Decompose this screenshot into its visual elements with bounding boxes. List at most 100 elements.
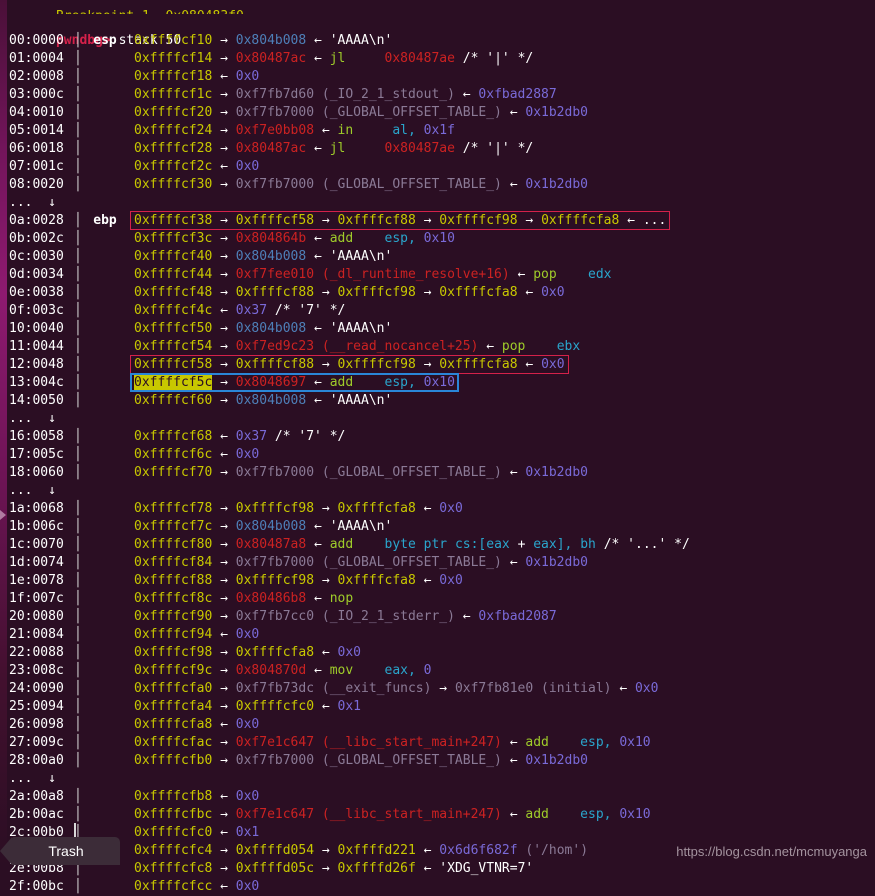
stack-row[interactable]: 28:00a0 │ 0xffffcfb0 → 0xf7fb7000 (_GLOBAL…	[0, 752, 875, 770]
stack-row-chain: 0xffffcfc8 → 0xffffd05c → 0xffffd26f ← '…	[134, 861, 534, 876]
stack-ellipsis-row: ... ↓	[9, 483, 56, 498]
trash-tooltip[interactable]: Trash	[0, 837, 120, 865]
stack-row[interactable]: 08:0020 │ 0xffffcf30 → 0xf7fb7000 (_GLOBAL…	[0, 176, 875, 194]
stack-row[interactable]: 16:0058 │ 0xffffcf68 ← 0x37 /* '7' */	[0, 428, 875, 446]
stack-row[interactable]: 24:0090 │ 0xffffcfa0 → 0xf7fb73dc (__exit_…	[0, 680, 875, 698]
stack-row[interactable]: 11:0044 │ 0xffffcf54 → 0xf7ed9c23 (__read_…	[0, 338, 875, 356]
stack-row-divider: │	[74, 717, 82, 732]
stack-row-divider: │	[74, 357, 82, 372]
stack-row[interactable]: 25:0094 │ 0xffffcfa4 → 0xffffcfc0 ← 0x1	[0, 698, 875, 716]
stack-row-offset: 1a:0068	[9, 501, 64, 516]
stack-row-chain: 0xffffcf60 → 0x804b008 ← 'AAAA\n'	[134, 393, 393, 408]
stack-row-divider: │	[74, 789, 82, 804]
stack-row-offset: 06:0018	[9, 141, 64, 156]
stack-row[interactable]: 1d:0074 │ 0xffffcf84 → 0xf7fb7000 (_GLOBAL…	[0, 554, 875, 572]
stack-row[interactable]: 03:000c │ 0xffffcf1c → 0xf7fb7d60 (_IO_2_1…	[0, 86, 875, 104]
stack-row[interactable]: 1c:0070 │ 0xffffcf80 → 0x80487a8 ← add byt…	[0, 536, 875, 554]
prompt-line[interactable]: pwndbg> stack 50	[0, 14, 875, 48]
stack-row-divider: │	[74, 735, 82, 750]
stack-row-offset: 2b:00ac	[9, 807, 64, 822]
stack-row-divider: │	[74, 159, 82, 174]
stack-row[interactable]: 20:0080 │ 0xffffcf90 → 0xf7fb7cc0 (_IO_2_1…	[0, 608, 875, 626]
stack-row-chain: 0xffffcf24 → 0xf7e0bb08 ← in al, 0x1f	[134, 123, 455, 138]
stack-row[interactable]: 2b:00ac │ 0xffffcfbc → 0xf7e1c647 (__libc_…	[0, 806, 875, 824]
stack-row-divider: │	[74, 87, 82, 102]
stack-row-chain: 0xffffcf44 → 0xf7fee010 (_dl_runtime_res…	[134, 267, 612, 282]
stack-row-offset: 12:0048	[9, 357, 64, 372]
stack-row-offset: 24:0090	[9, 681, 64, 696]
stack-row-offset: 1e:0078	[9, 573, 64, 588]
stack-row-divider: │	[74, 123, 82, 138]
stack-row-divider: │	[74, 339, 82, 354]
stack-row[interactable]: 06:0018 │ 0xffffcf28 → 0x80487ac ← jl 0x80…	[0, 140, 875, 158]
stack-row-chain: 0xffffcf40 → 0x804b008 ← 'AAAA\n'	[134, 249, 393, 264]
stack-row-offset: 0e:0038	[9, 285, 64, 300]
stack-ellipsis-row: ... ↓	[9, 411, 56, 426]
stack-row[interactable]: 0c:0030 │ 0xffffcf40 → 0x804b008 ← 'AAAA\n…	[0, 248, 875, 266]
stack-row[interactable]: 23:008c │ 0xffffcf9c → 0x804870d ← mov eax…	[0, 662, 875, 680]
stack-row-offset: 13:004c	[9, 375, 64, 390]
stack-row-chain: 0xffffcf9c → 0x804870d ← mov eax, 0	[134, 663, 432, 678]
stack-row[interactable]: 1b:006c │ 0xffffcf7c → 0x804b008 ← 'AAAA\n…	[0, 518, 875, 536]
stack-row-divider: │	[74, 393, 82, 408]
stack-row-divider: │	[74, 375, 82, 390]
stack-row[interactable]: 0e:0038 │ 0xffffcf48 → 0xffffcf88 → 0xffff…	[0, 284, 875, 302]
stack-row[interactable]: 0a:0028 │ ebp 0xffffcf38 → 0xffffcf58 → 0xf…	[0, 212, 875, 230]
stack-row-offset: 27:009c	[9, 735, 64, 750]
terminal-screen[interactable]: Breakpoint 1, 0x080483f0 pwndbg> stack 5…	[0, 0, 875, 895]
stack-row[interactable]: 10:0040 │ 0xffffcf50 → 0x804b008 ← 'AAAA\n…	[0, 320, 875, 338]
stack-row-divider: │	[74, 681, 82, 696]
stack-row[interactable]: 2e:00b8 │ 0xffffcfc8 → 0xffffd05c → 0xffff…	[0, 860, 875, 878]
stack-row-offset: 2a:00a8	[9, 789, 64, 804]
stack-row-divider: │	[74, 231, 82, 246]
stack-row[interactable]: 2c:00b0 │ 0xffffcfc0 ← 0x1	[0, 824, 875, 842]
stack-row[interactable]: 1f:007c │ 0xffffcf8c → 0x80486b8 ← nop	[0, 590, 875, 608]
stack-row-divider: │	[74, 465, 82, 480]
stack-row[interactable]: 17:005c │ 0xffffcf6c ← 0x0	[0, 446, 875, 464]
terminal-window[interactable]: Breakpoint 1, 0x080483f0 pwndbg> stack 5…	[0, 0, 875, 895]
stack-row-chain: 0xffffcf7c → 0x804b008 ← 'AAAA\n'	[134, 519, 393, 534]
stack-row[interactable]: 26:0098 │ 0xffffcfa8 ← 0x0	[0, 716, 875, 734]
stack-row[interactable]: 12:0048 │ 0xffffcf58 → 0xffffcf88 → 0xffff…	[0, 356, 875, 374]
scrollback-line: Breakpoint 1, 0x080483f0	[0, 0, 875, 15]
stack-row[interactable]: 04:0010 │ 0xffffcf20 → 0xf7fb7000 (_GLOBAL…	[0, 104, 875, 122]
stack-row[interactable]: 2f:00bc │ 0xffffcfcc ← 0x0	[0, 878, 875, 896]
stack-row[interactable]: 22:0088 │ 0xffffcf98 → 0xffffcfa8 ← 0x0	[0, 644, 875, 662]
stack-row-chain: 0xffffcf68 ← 0x37 /* '7' */	[134, 429, 346, 444]
stack-row-divider: │	[74, 285, 82, 300]
stack-row-offset: 0f:003c	[9, 303, 64, 318]
stack-ellipsis-row: ... ↓	[9, 771, 56, 786]
stack-row-divider: │	[74, 645, 82, 660]
stack-row[interactable]: 21:0084 │ 0xffffcf94 ← 0x0	[0, 626, 875, 644]
stack-row-divider: │	[74, 447, 82, 462]
stack-row[interactable]: 1a:0068 │ 0xffffcf78 → 0xffffcf98 → 0xffff…	[0, 500, 875, 518]
stack-row[interactable]: 0d:0034 │ 0xffffcf44 → 0xf7fee010 (_dl_run…	[0, 266, 875, 284]
stack-row[interactable]: 27:009c │ 0xffffcfac → 0xf7e1c647 (__libc_…	[0, 734, 875, 752]
stack-row-chain: 0xffffcfa8 ← 0x0	[134, 717, 260, 732]
stack-row-divider: │	[74, 105, 82, 120]
stack-row-divider: │	[74, 555, 82, 570]
stack-row-offset: 1d:0074	[9, 555, 64, 570]
stack-row-chain: 0xffffcf30 → 0xf7fb7000 (_GLOBAL_OFFSET_…	[134, 177, 588, 192]
stack-row[interactable]: 07:001c │ 0xffffcf2c ← 0x0	[0, 158, 875, 176]
stack-row-divider: │	[74, 321, 82, 336]
stack-row[interactable]: 01:0004 │ 0xffffcf14 → 0x80487ac ← jl 0x80…	[0, 50, 875, 68]
stack-row-offset: 17:005c	[9, 447, 64, 462]
stack-row-chain: 0xffffcf84 → 0xf7fb7000 (_GLOBAL_OFFSET_…	[134, 555, 588, 570]
stack-row[interactable]: 02:0008 │ 0xffffcf18 ← 0x0	[0, 68, 875, 86]
stack-row[interactable]: 2a:00a8 │ 0xffffcfb8 ← 0x0	[0, 788, 875, 806]
stack-row-chain: 0xffffcf20 → 0xf7fb7000 (_GLOBAL_OFFSET_…	[134, 105, 588, 120]
stack-row[interactable]: 00:0000 │ esp 0xffffcf10 → 0x804b008 ← 'AAA…	[0, 32, 875, 50]
stack-row[interactable]: 18:0060 │ 0xffffcf70 → 0xf7fb7000 (_GLOBAL…	[0, 464, 875, 482]
stack-row[interactable]: 0b:002c │ 0xffffcf3c → 0x804864b ← add esp…	[0, 230, 875, 248]
stack-row-divider: │	[74, 879, 82, 894]
stack-row[interactable]: 14:0050 │ 0xffffcf60 → 0x804b008 ← 'AAAA\n…	[0, 392, 875, 410]
stack-row[interactable]: 05:0014 │ 0xffffcf24 → 0xf7e0bb08 ← in al,…	[0, 122, 875, 140]
stack-dump[interactable]: 00:0000 │ esp 0xffffcf10 → 0x804b008 ← 'AAA…	[0, 32, 875, 896]
stack-row-chain: 0xffffcf98 → 0xffffcfa8 ← 0x0	[134, 645, 362, 660]
stack-row-divider: │	[74, 51, 82, 66]
stack-row-offset: 07:001c	[9, 159, 64, 174]
stack-row[interactable]: 0f:003c │ 0xffffcf4c ← 0x37 /* '7' */	[0, 302, 875, 320]
stack-row[interactable]: 13:004c │ 0xffffcf5c → 0x8048697 ← add esp…	[0, 374, 875, 392]
stack-row[interactable]: 1e:0078 │ 0xffffcf88 → 0xffffcf98 → 0xffff…	[0, 572, 875, 590]
